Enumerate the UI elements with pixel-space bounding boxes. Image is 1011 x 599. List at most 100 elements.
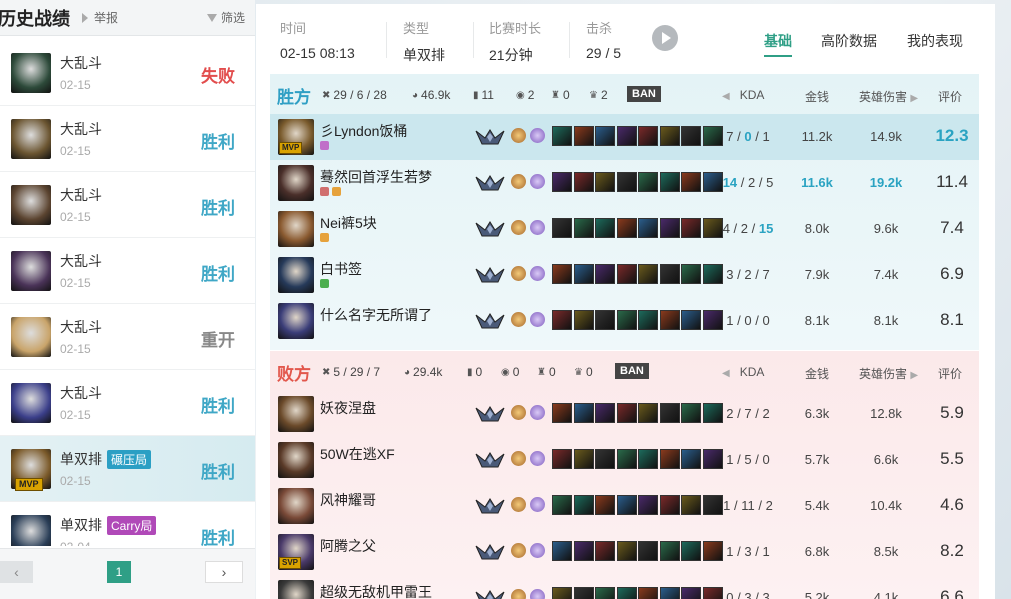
player-name[interactable]: Nei裤5块: [320, 213, 377, 233]
champion-icon[interactable]: [278, 303, 314, 339]
item-icon[interactable]: [552, 587, 572, 599]
history-item[interactable]: 大乱斗 02-15 重开: [0, 304, 255, 370]
player-row[interactable]: 超级无敌机甲雷王 0 / 3 / 3 5.2k 4.1k 6.6: [270, 575, 979, 599]
item-icon[interactable]: [595, 264, 615, 284]
kda-column-header[interactable]: ◀ KDA: [722, 365, 764, 379]
item-icon[interactable]: [552, 172, 572, 192]
item-icon[interactable]: [595, 172, 615, 192]
item-icon[interactable]: [573, 218, 594, 238]
item-icon[interactable]: [659, 403, 680, 423]
tab-advanced-data[interactable]: 高阶数据: [821, 31, 877, 51]
item-icon[interactable]: [573, 126, 594, 146]
item-icon[interactable]: [616, 126, 637, 146]
player-row[interactable]: 妖夜涅盘 2 / 7 / 2 6.3k 12.8k 5.9: [270, 391, 979, 437]
player-name[interactable]: 白书签: [320, 259, 362, 279]
item-icon[interactable]: [681, 218, 701, 238]
item-icon[interactable]: [595, 449, 615, 469]
player-name[interactable]: 妖夜涅盘: [320, 398, 376, 418]
item-icon[interactable]: [573, 264, 594, 284]
filter-button[interactable]: 筛选: [206, 9, 245, 26]
item-icon[interactable]: [681, 310, 701, 330]
item-icon[interactable]: [573, 449, 594, 469]
item-icon[interactable]: [573, 587, 594, 599]
item-icon[interactable]: [659, 264, 680, 284]
page-number[interactable]: 1: [107, 561, 131, 583]
item-icon[interactable]: [616, 403, 637, 423]
item-icon[interactable]: [616, 172, 637, 192]
history-item[interactable]: 大乱斗 02-15 胜利: [0, 106, 255, 172]
item-icon[interactable]: [595, 218, 615, 238]
history-item[interactable]: 大乱斗 02-15 胜利: [0, 172, 255, 238]
history-item[interactable]: 单双排 Carry局 02-04 胜利: [0, 502, 255, 546]
item-icon[interactable]: [638, 218, 658, 238]
player-row[interactable]: SVP 阿腾之父 1 / 3 / 1 6.8k 8.5k 8.2: [270, 529, 979, 575]
item-icon[interactable]: [681, 449, 701, 469]
player-name[interactable]: 阿腾之父: [320, 536, 376, 556]
item-icon[interactable]: [573, 541, 594, 561]
item-icon[interactable]: [552, 449, 572, 469]
history-item[interactable]: MVP 单双排 碾压局 02-15 胜利: [0, 436, 255, 502]
item-icon[interactable]: [552, 495, 572, 515]
item-icon[interactable]: [638, 541, 658, 561]
player-row[interactable]: 蓦然回首浮生若梦 14 / 2 / 5 11.6k 19.2k 11.4: [270, 160, 979, 206]
player-row[interactable]: 50W在逃XF 1 / 5 / 0 5.7k 6.6k 5.5: [270, 437, 979, 483]
player-name[interactable]: 彡Lyndon饭桶: [320, 121, 407, 141]
item-icon[interactable]: [573, 403, 594, 423]
item-icon[interactable]: [638, 587, 658, 599]
item-icon[interactable]: [616, 495, 637, 515]
history-item[interactable]: 大乱斗 02-15 胜利: [0, 370, 255, 436]
report-button[interactable]: 举报: [82, 9, 118, 26]
item-icon[interactable]: [659, 495, 680, 515]
player-row[interactable]: 风神耀哥 1 / 11 / 2 5.4k 10.4k 4.6: [270, 483, 979, 529]
champion-icon[interactable]: [278, 396, 314, 432]
item-icon[interactable]: [595, 403, 615, 423]
item-icon[interactable]: [616, 218, 637, 238]
tab-basic[interactable]: 基础: [764, 31, 792, 57]
item-icon[interactable]: [552, 310, 572, 330]
item-icon[interactable]: [638, 264, 658, 284]
item-icon[interactable]: [552, 264, 572, 284]
item-icon[interactable]: [681, 126, 701, 146]
item-icon[interactable]: [638, 172, 658, 192]
tab-my-performance[interactable]: 我的表现: [907, 31, 963, 51]
item-icon[interactable]: [616, 310, 637, 330]
item-icon[interactable]: [616, 449, 637, 469]
item-icon[interactable]: [595, 310, 615, 330]
item-icon[interactable]: [573, 495, 594, 515]
item-icon[interactable]: [638, 495, 658, 515]
player-row[interactable]: Nei裤5块 4 / 2 / 15 8.0k 9.6k 7.4: [270, 206, 979, 252]
player-name[interactable]: 蓦然回首浮生若梦: [320, 167, 432, 187]
ban-button[interactable]: BAN: [615, 363, 649, 379]
item-icon[interactable]: [552, 218, 572, 238]
item-icon[interactable]: [595, 126, 615, 146]
champion-icon[interactable]: [278, 488, 314, 524]
item-icon[interactable]: [595, 541, 615, 561]
item-icon[interactable]: [638, 449, 658, 469]
damage-column-header[interactable]: 英雄伤害 ▶: [859, 88, 918, 105]
player-name[interactable]: 超级无敌机甲雷王: [320, 582, 432, 599]
item-icon[interactable]: [552, 403, 572, 423]
item-icon[interactable]: [681, 264, 701, 284]
ban-button[interactable]: BAN: [627, 86, 661, 102]
item-icon[interactable]: [552, 126, 572, 146]
item-icon[interactable]: [659, 541, 680, 561]
next-page-button[interactable]: ›: [205, 561, 243, 583]
champion-icon[interactable]: [278, 165, 314, 201]
item-icon[interactable]: [659, 218, 680, 238]
champion-icon[interactable]: [278, 257, 314, 293]
history-item[interactable]: 大乱斗 02-15 失败: [0, 40, 255, 106]
player-name[interactable]: 什么名字无所谓了: [320, 305, 432, 325]
champion-icon[interactable]: [278, 442, 314, 478]
item-icon[interactable]: [681, 403, 701, 423]
item-icon[interactable]: [681, 541, 701, 561]
damage-column-header[interactable]: 英雄伤害 ▶: [859, 365, 918, 382]
item-icon[interactable]: [681, 172, 701, 192]
player-row[interactable]: 什么名字无所谓了 1 / 0 / 0 8.1k 8.1k 8.1: [270, 298, 979, 344]
replay-play-icon[interactable]: [652, 25, 678, 51]
item-icon[interactable]: [616, 264, 637, 284]
history-item[interactable]: 大乱斗 02-15 胜利: [0, 238, 255, 304]
item-icon[interactable]: [659, 126, 680, 146]
item-icon[interactable]: [638, 126, 658, 146]
player-name[interactable]: 风神耀哥: [320, 490, 376, 510]
item-icon[interactable]: [552, 541, 572, 561]
